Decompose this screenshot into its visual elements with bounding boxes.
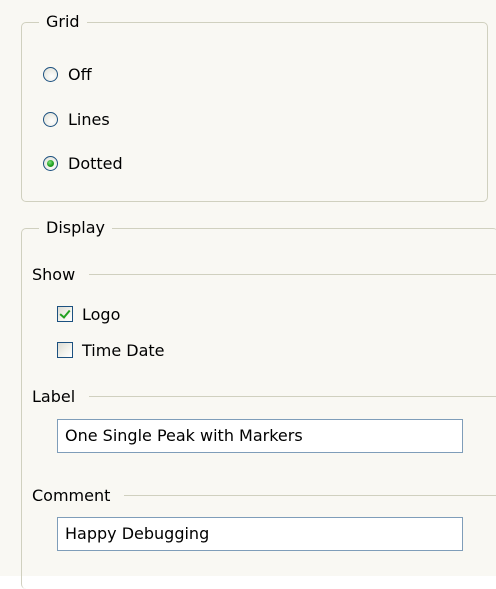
time-date-checkbox[interactable] — [57, 342, 73, 358]
comment-section-title: Comment — [32, 485, 111, 505]
logo-checkbox-label: Logo — [82, 304, 121, 324]
grid-option-off[interactable]: Off — [43, 62, 92, 86]
show-section-header: Show — [32, 264, 496, 284]
label-input[interactable]: One Single Peak with Markers — [57, 419, 463, 453]
comment-section-header: Comment — [32, 485, 496, 505]
label-section-divider — [89, 395, 496, 397]
radio-lines-label: Lines — [68, 109, 110, 129]
time-date-checkbox-row[interactable]: Time Date — [57, 339, 164, 361]
radio-off-label: Off — [68, 64, 92, 84]
show-section-divider — [89, 273, 496, 275]
radio-dotted-indicator[interactable] — [43, 155, 58, 171]
comment-input[interactable]: Happy Debugging — [57, 517, 463, 551]
label-section-title: Label — [32, 386, 76, 406]
grid-option-dotted[interactable]: Dotted — [43, 151, 123, 175]
label-section-header: Label — [32, 386, 496, 406]
radio-dotted-label: Dotted — [68, 153, 123, 173]
logo-checkbox-row[interactable]: Logo — [57, 303, 120, 325]
radio-lines-indicator[interactable] — [43, 111, 58, 127]
logo-checkbox[interactable] — [57, 306, 73, 322]
settings-panel: Grid Off Lines Dotted Display Show Logo … — [0, 0, 496, 589]
show-section-title: Show — [32, 264, 76, 284]
display-group-title: Display — [39, 218, 112, 238]
time-date-checkbox-label: Time Date — [82, 340, 165, 360]
grid-group-title: Grid — [39, 12, 87, 32]
grid-groupbox: Grid Off Lines Dotted — [21, 12, 488, 202]
radio-off-indicator[interactable] — [43, 66, 58, 82]
display-groupbox: Display Show Logo Time Date Label One Si… — [21, 218, 496, 589]
grid-option-lines[interactable]: Lines — [43, 107, 110, 131]
comment-section-divider — [124, 494, 496, 496]
